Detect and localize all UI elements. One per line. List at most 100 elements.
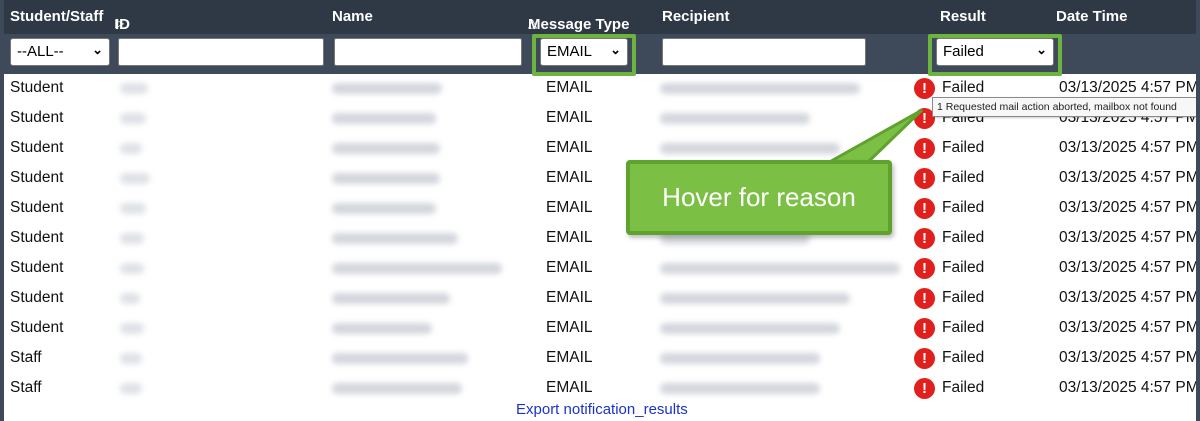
notification-results-panel: Student/Staff ▷ ID Name △ Message Type Re… — [0, 0, 1200, 421]
row-type: Student — [10, 199, 64, 216]
redacted-name — [332, 233, 458, 244]
failure-reason-tooltip: 1 Requested mail action aborted, mailbox… — [932, 97, 1196, 117]
table-row[interactable]: Staff EMAIL! Failed 03/13/2025 4:57 PM — [4, 374, 1199, 404]
error-exclamation-icon[interactable]: ! — [914, 138, 935, 159]
row-date-time: 03/13/2025 4:57 PM — [1059, 79, 1199, 96]
row-result: Failed — [942, 169, 985, 186]
chevron-down-icon: ⌄ — [1036, 42, 1047, 57]
redacted-name — [332, 83, 442, 94]
redacted-recipient — [660, 263, 900, 274]
redacted-id — [120, 203, 146, 214]
row-message-type: EMAIL — [546, 379, 593, 396]
row-date-time: 03/13/2025 4:57 PM — [1059, 259, 1199, 276]
row-date-time: 03/13/2025 4:57 PM — [1059, 169, 1199, 186]
table-row[interactable]: Student EMAIL! Failed 03/13/2025 4:57 PM — [4, 224, 1199, 254]
row-result: Failed — [942, 229, 985, 246]
row-message-type: EMAIL — [546, 289, 593, 306]
redacted-recipient — [660, 83, 860, 94]
row-result: Failed — [942, 289, 985, 306]
redacted-recipient — [660, 143, 840, 154]
row-type: Student — [10, 259, 64, 276]
error-exclamation-icon[interactable]: ! — [914, 258, 935, 279]
row-result: Failed — [942, 199, 985, 216]
table-row[interactable]: Staff EMAIL! Failed 03/13/2025 4:57 PM — [4, 344, 1199, 374]
redacted-name — [332, 293, 450, 304]
recipient-filter-input[interactable] — [662, 38, 866, 66]
redacted-name — [332, 383, 462, 394]
redacted-recipient — [660, 293, 850, 304]
table-row[interactable]: Student EMAIL! Failed 03/13/2025 4:57 PM — [4, 134, 1196, 164]
table-row[interactable]: Student EMAIL! Failed 03/13/2025 4:57 PM — [4, 284, 1199, 314]
col-header-date-time[interactable]: Date Time — [1056, 8, 1127, 25]
redacted-id — [120, 143, 142, 154]
id-filter-input[interactable] — [118, 38, 324, 66]
col-header-recipient[interactable]: Recipient — [662, 8, 730, 25]
redacted-id — [120, 323, 144, 334]
row-date-time: 03/13/2025 4:57 PM — [1059, 319, 1199, 336]
error-exclamation-icon[interactable]: ! — [914, 228, 935, 249]
row-date-time: 03/13/2025 4:57 PM — [1059, 379, 1199, 396]
redacted-id — [120, 173, 150, 184]
redacted-id — [120, 113, 146, 124]
chevron-down-icon: ⌄ — [92, 42, 103, 57]
export-results-link[interactable]: Export notification_results — [516, 401, 688, 418]
col-header-result[interactable]: Result — [940, 8, 986, 25]
redacted-recipient — [660, 113, 810, 124]
row-result: Failed — [942, 379, 985, 396]
student-staff-filter-value: --ALL-- — [17, 43, 64, 60]
student-staff-filter[interactable]: --ALL-- ⌄ — [10, 38, 110, 66]
table-row[interactable]: Student EMAIL! Failed 03/13/2025 4:57 PM — [4, 254, 1199, 284]
row-type: Student — [10, 109, 64, 126]
error-exclamation-icon[interactable]: ! — [914, 198, 935, 219]
row-type: Student — [10, 79, 64, 96]
row-message-type: EMAIL — [546, 109, 593, 126]
error-exclamation-icon[interactable]: ! — [914, 168, 935, 189]
redacted-name — [332, 173, 440, 184]
row-type: Student — [10, 319, 64, 336]
row-date-time: 03/13/2025 4:57 PM — [1059, 229, 1199, 246]
message-type-filter-value: EMAIL — [547, 43, 593, 60]
table-row[interactable]: Student EMAIL! Failed 03/13/2025 4:57 PM — [4, 314, 1199, 344]
table-row[interactable]: Student EMAIL! Failed 03/13/2025 4:57 PM — [4, 194, 1199, 224]
result-filter[interactable]: Failed ⌄ — [936, 38, 1054, 66]
redacted-id — [120, 293, 140, 304]
col-header-id-label: ID — [115, 16, 130, 33]
error-exclamation-icon[interactable]: ! — [914, 378, 935, 399]
redacted-id — [120, 263, 144, 274]
redacted-id — [120, 233, 144, 244]
redacted-recipient — [660, 353, 820, 364]
row-type: Staff — [10, 349, 42, 366]
redacted-name — [332, 203, 436, 214]
message-type-filter[interactable]: EMAIL ⌄ — [540, 38, 628, 66]
row-date-time: 03/13/2025 4:57 PM — [1059, 199, 1199, 216]
redacted-name — [332, 113, 436, 124]
redacted-name — [332, 353, 468, 364]
redacted-recipient — [660, 383, 820, 394]
error-exclamation-icon[interactable]: ! — [914, 288, 935, 309]
error-exclamation-icon[interactable]: ! — [914, 348, 935, 369]
col-header-student-staff[interactable]: Student/Staff — [10, 8, 103, 25]
name-filter-input[interactable] — [334, 38, 522, 66]
redacted-id — [120, 83, 148, 94]
row-date-time: 03/13/2025 4:57 PM — [1059, 289, 1199, 306]
chevron-down-icon: ⌄ — [610, 42, 621, 57]
redacted-name — [332, 263, 502, 274]
row-message-type: EMAIL — [546, 199, 593, 216]
col-header-name[interactable]: Name — [332, 8, 373, 25]
row-result: Failed — [942, 139, 985, 156]
error-exclamation-icon[interactable]: ! — [914, 78, 935, 99]
row-type: Student — [10, 139, 64, 156]
error-exclamation-icon[interactable]: ! — [914, 318, 935, 339]
redacted-id — [120, 383, 142, 394]
row-message-type: EMAIL — [546, 319, 593, 336]
redacted-name — [332, 323, 432, 334]
row-result: Failed — [942, 79, 985, 96]
row-type: Student — [10, 169, 64, 186]
row-result: Failed — [942, 259, 985, 276]
redacted-name — [332, 143, 440, 154]
col-header-message-type-label: Message Type — [528, 16, 630, 33]
row-message-type: EMAIL — [546, 169, 593, 186]
filter-row: --ALL-- ⌄ EMAIL ⌄ Failed ⌄ — [4, 34, 1196, 74]
table-row[interactable]: Student EMAIL! Failed 03/13/2025 4:57 PM — [4, 164, 1199, 194]
row-date-time: 03/13/2025 4:57 PM — [1059, 349, 1199, 366]
